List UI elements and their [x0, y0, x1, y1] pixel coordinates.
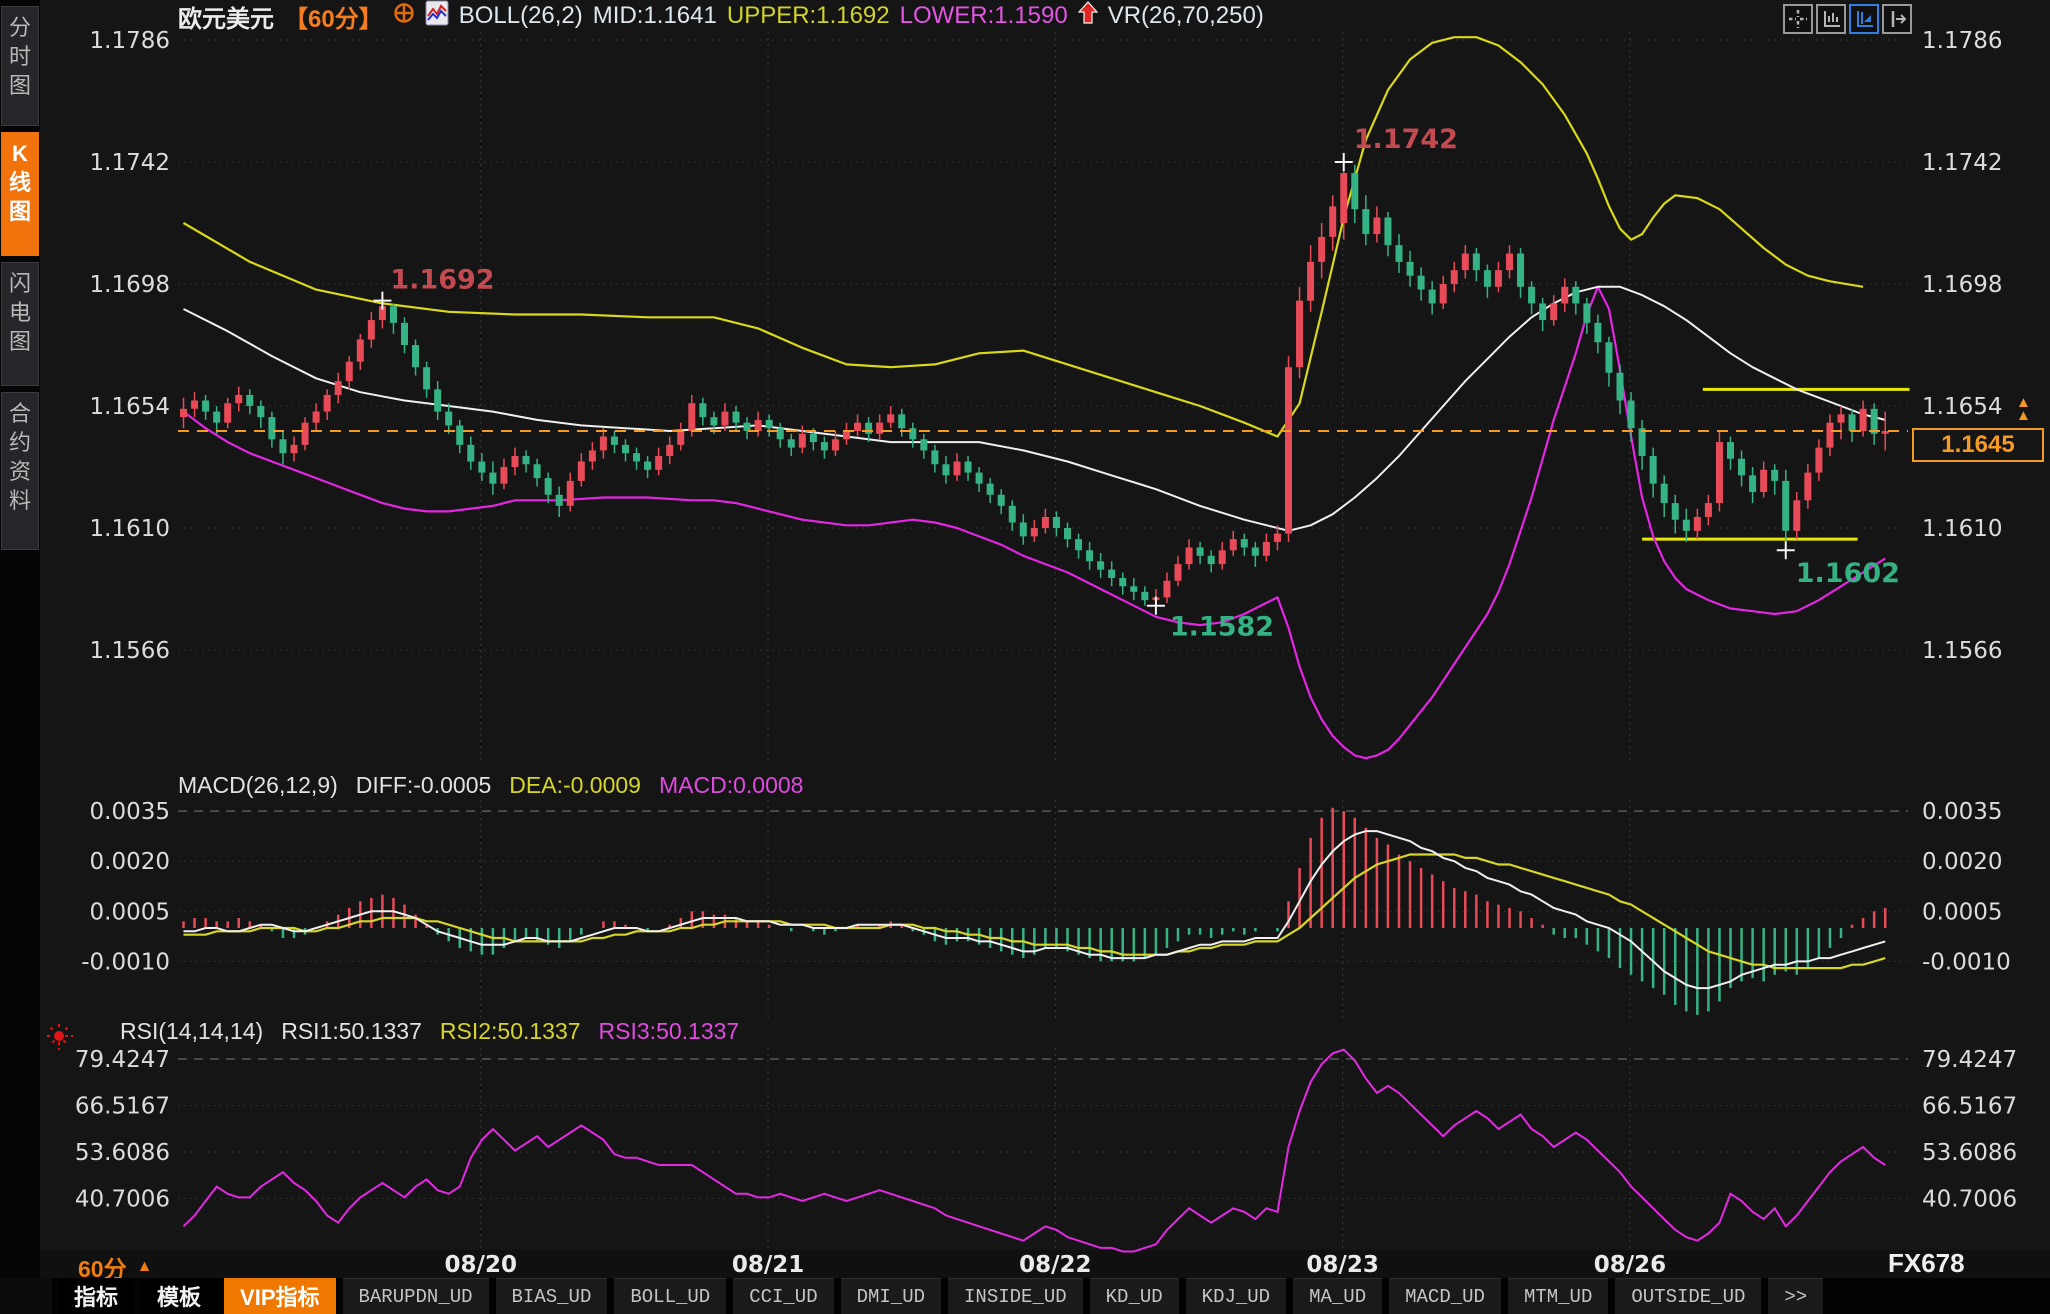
indicator-tabbar: 指标模板VIP指标BARUPDN_UDBIAS_UDBOLL_UDCCI_UDD… [0, 1278, 2050, 1314]
axis-chart-icon[interactable] [1816, 4, 1846, 34]
svg-text:0.0005: 0.0005 [90, 899, 170, 925]
svg-text:08/22: 08/22 [1019, 1252, 1091, 1278]
triangle-up-icon: ▲ [137, 1258, 153, 1276]
trading-app: { "header": { "symbol": "欧元美元", "period"… [0, 0, 2050, 1314]
price-up-arrows-icon: ▲▲ [2016, 396, 2031, 422]
svg-text:0.0020: 0.0020 [1922, 849, 2002, 875]
chart-canvas[interactable]: 1.1692 1.1742 1.1582 1.1602 1.1786 1.1786 1.17… [0, 0, 2050, 1278]
svg-text:1.1654: 1.1654 [90, 394, 170, 420]
period-label: 【60分】 [284, 0, 383, 34]
boll-label: BOLL(26,2) [459, 2, 583, 30]
bottom-tab-6[interactable]: CCI_UD [733, 1278, 833, 1314]
macd-macd-value: MACD:0.0008 [659, 772, 803, 799]
svg-text:08/21: 08/21 [732, 1252, 804, 1278]
svg-text:1.1698: 1.1698 [90, 272, 170, 298]
svg-text:08/20: 08/20 [445, 1252, 517, 1278]
alert-sun-icon[interactable] [44, 1022, 74, 1057]
bottom-tab-9[interactable]: KD_UD [1090, 1278, 1179, 1314]
svg-text:1.1742: 1.1742 [1922, 150, 2002, 176]
bottom-tab-15[interactable]: >> [1768, 1278, 1823, 1314]
bottom-tab-11[interactable]: MA_UD [1293, 1278, 1382, 1314]
svg-text:40.7006: 40.7006 [75, 1187, 170, 1213]
boll-mid-value: MID:1.1641 [593, 2, 717, 30]
target-icon[interactable] [393, 2, 415, 31]
bottom-tab-5[interactable]: BOLL_UD [614, 1278, 726, 1314]
svg-text:1.1582: 1.1582 [1170, 612, 1274, 643]
sidebar-item-3[interactable]: 合约资料 [1, 392, 39, 550]
rsi-title: RSI(14,14,14) [120, 1018, 263, 1045]
rsi1-value: RSI1:50.1337 [281, 1018, 422, 1045]
svg-text:66.5167: 66.5167 [1922, 1094, 2017, 1120]
symbol-name: 欧元美元 [178, 0, 274, 34]
macd-header: MACD(26,12,9) DIFF:-0.0005 DEA:-0.0009 M… [178, 772, 803, 798]
svg-text:-0.0010: -0.0010 [81, 949, 170, 975]
svg-text:0.0035: 0.0035 [1922, 799, 2002, 825]
rsi3-value: RSI3:50.1337 [599, 1018, 740, 1045]
svg-text:0.0005: 0.0005 [1922, 899, 2002, 925]
macd-diff-value: DIFF:-0.0005 [356, 772, 492, 799]
filled-chart-icon[interactable] [1849, 4, 1879, 34]
sidebar-item-2[interactable]: 闪电图 [1, 262, 39, 386]
svg-text:08/23: 08/23 [1306, 1252, 1378, 1278]
svg-text:1.1654: 1.1654 [1922, 394, 2002, 420]
svg-text:1.1692: 1.1692 [390, 265, 494, 296]
bottom-tab-4[interactable]: BIAS_UD [496, 1278, 608, 1314]
bottom-tab-12[interactable]: MACD_UD [1389, 1278, 1501, 1314]
sidebar: 分时图 K线图闪电图合约资料 [0, 0, 40, 1314]
bottom-tab-14[interactable]: OUTSIDE_UD [1615, 1278, 1761, 1314]
bottom-tab-8[interactable]: INSIDE_UD [948, 1278, 1083, 1314]
macd-dea-value: DEA:-0.0009 [509, 772, 641, 799]
svg-text:1.1742: 1.1742 [1354, 124, 1458, 155]
svg-text:0.0035: 0.0035 [90, 799, 170, 825]
chart-header: 欧元美元 【60分】 BOLL(26,2) MID:1.1641 UPPER:1… [178, 2, 1264, 30]
svg-text:66.5167: 66.5167 [75, 1094, 170, 1120]
svg-text:1.1786: 1.1786 [90, 28, 170, 54]
rsi-header: RSI(14,14,14) RSI1:50.1337 RSI2:50.1337 … [120, 1018, 739, 1044]
vr-label: VR(26,70,250) [1108, 2, 1264, 30]
svg-text:1.1602: 1.1602 [1796, 558, 1900, 589]
sidebar-item-0[interactable]: 分时图 [1, 6, 39, 126]
bottom-tab-10[interactable]: KDJ_UD [1186, 1278, 1286, 1314]
svg-text:1.1742: 1.1742 [90, 150, 170, 176]
bottom-tab-0[interactable]: 指标 [58, 1278, 134, 1314]
bottom-tab-2[interactable]: VIP指标 [224, 1278, 335, 1314]
boll-upper-value: UPPER:1.1692 [727, 2, 890, 30]
tabbar-spacer [0, 1278, 52, 1314]
pan-cross-icon[interactable] [1783, 4, 1813, 34]
view-toolbar [1783, 4, 1912, 34]
bottom-tab-3[interactable]: BARUPDN_UD [343, 1278, 489, 1314]
svg-text:1.1566: 1.1566 [90, 638, 170, 664]
brand-watermark: FX678 [1888, 1248, 1965, 1279]
svg-text:53.6086: 53.6086 [75, 1140, 170, 1166]
macd-title: MACD(26,12,9) [178, 772, 338, 799]
current-price-value: 1.1645 [1941, 431, 2014, 459]
svg-text:1.1610: 1.1610 [90, 516, 170, 542]
up-arrow-icon [1078, 1, 1098, 32]
svg-text:-0.0010: -0.0010 [1922, 949, 2011, 975]
svg-text:1.1610: 1.1610 [1922, 516, 2002, 542]
svg-text:1.1698: 1.1698 [1922, 272, 2002, 298]
svg-text:1.1566: 1.1566 [1922, 638, 2002, 664]
svg-text:79.4247: 79.4247 [1922, 1047, 2017, 1073]
svg-text:08/26: 08/26 [1594, 1252, 1666, 1278]
bottom-tab-1[interactable]: 模板 [141, 1278, 217, 1314]
sidebar-item-1[interactable]: K线图 [1, 132, 39, 256]
svg-text:40.7006: 40.7006 [1922, 1187, 2017, 1213]
rsi2-value: RSI2:50.1337 [440, 1018, 581, 1045]
bottom-tab-7[interactable]: DMI_UD [841, 1278, 941, 1314]
svg-text:79.4247: 79.4247 [75, 1047, 170, 1073]
bottom-tab-13[interactable]: MTM_UD [1508, 1278, 1608, 1314]
svg-text:0.0020: 0.0020 [90, 849, 170, 875]
current-price-box: 1.1645 [1912, 428, 2044, 462]
svg-text:53.6086: 53.6086 [1922, 1140, 2017, 1166]
boll-lower-value: LOWER:1.1590 [900, 2, 1068, 30]
svg-text:1.1786: 1.1786 [1922, 28, 2002, 54]
mini-chart-icon[interactable] [425, 0, 449, 33]
shift-axis-icon[interactable] [1882, 4, 1912, 34]
